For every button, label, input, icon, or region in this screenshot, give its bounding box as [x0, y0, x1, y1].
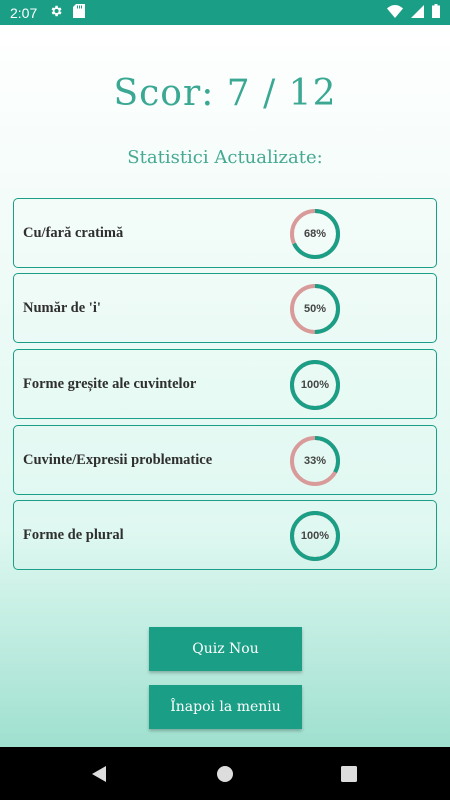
stat-card: Cu/fară cratimă 68% — [13, 198, 437, 268]
stat-card: Număr de 'i' 50% — [13, 273, 437, 343]
percent-label: 100% — [300, 530, 330, 542]
battery-icon — [432, 4, 440, 21]
results-screen: Scor: 7 / 12 Statistici Actualizate: Cu/… — [0, 25, 450, 747]
progress-ring: 100% — [289, 510, 341, 562]
percent-label: 50% — [303, 303, 327, 315]
progress-ring: 100% — [289, 359, 341, 411]
percent-label: 68% — [303, 228, 327, 240]
progress-ring: 68% — [289, 208, 341, 260]
signal-icon — [411, 4, 424, 21]
stat-label: Forme greșite ale cuvintelor — [23, 375, 197, 392]
back-icon[interactable] — [90, 747, 108, 800]
new-quiz-button[interactable]: Quiz Nou — [149, 627, 302, 671]
stat-card: Forme de plural 100% — [13, 500, 437, 570]
wifi-icon — [387, 4, 403, 21]
stat-card: Cuvinte/Expresii problematice 33% — [13, 425, 437, 495]
sd-card-icon — [73, 4, 86, 21]
navigation-bar — [0, 747, 450, 800]
stat-label: Cuvinte/Expresii problematice — [23, 451, 213, 468]
stat-label: Număr de 'i' — [23, 299, 101, 316]
score-title: Scor: 7 / 12 — [113, 73, 337, 114]
stats-title: Statistici Actualizate: — [127, 147, 323, 168]
status-bar: 2:07 — [0, 0, 450, 25]
stat-label: Forme de plural — [23, 526, 124, 543]
percent-label: 100% — [300, 379, 330, 391]
gear-icon — [49, 4, 63, 21]
status-time: 2:07 — [10, 4, 38, 21]
home-icon[interactable] — [216, 747, 234, 800]
percent-label: 33% — [303, 455, 327, 467]
stat-label: Cu/fară cratimă — [23, 224, 124, 241]
back-to-menu-button[interactable]: Înapoi la meniu — [149, 685, 302, 729]
stat-card: Forme greșite ale cuvintelor 100% — [13, 349, 437, 419]
progress-ring: 50% — [289, 283, 341, 335]
recents-icon[interactable] — [341, 747, 357, 800]
progress-ring: 33% — [289, 435, 341, 487]
